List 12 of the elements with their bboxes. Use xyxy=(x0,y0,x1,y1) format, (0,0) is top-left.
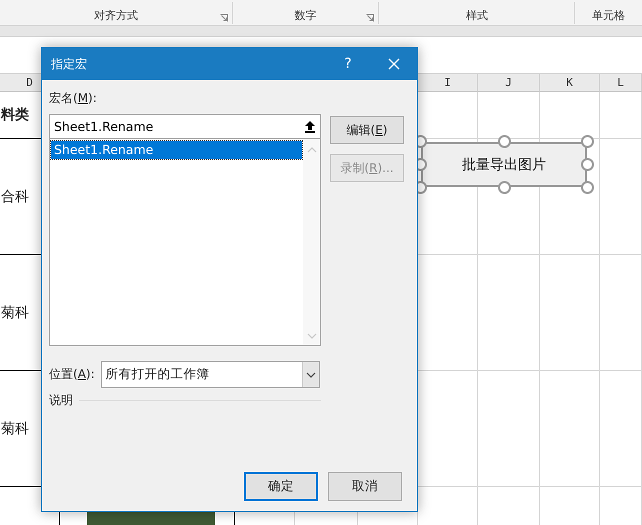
ribbon-group-label: 对齐方式 xyxy=(94,8,138,22)
description-label: 说明 xyxy=(49,392,73,409)
table-cell: 菊科 xyxy=(1,304,29,322)
location-label: 位置(A): xyxy=(49,366,95,383)
table-cell: 料类 xyxy=(1,106,29,124)
table-cell: 菊科 xyxy=(1,420,29,438)
dialog-title: 指定宏 xyxy=(51,56,88,72)
ribbon-group-label: 样式 xyxy=(466,8,488,22)
macro-name-label: 宏名(M): xyxy=(49,90,98,107)
ribbon-group-label: 单元格 xyxy=(592,8,626,22)
table-cell: 合科 xyxy=(1,188,29,206)
ribbon-group-label: 数字 xyxy=(294,8,317,22)
